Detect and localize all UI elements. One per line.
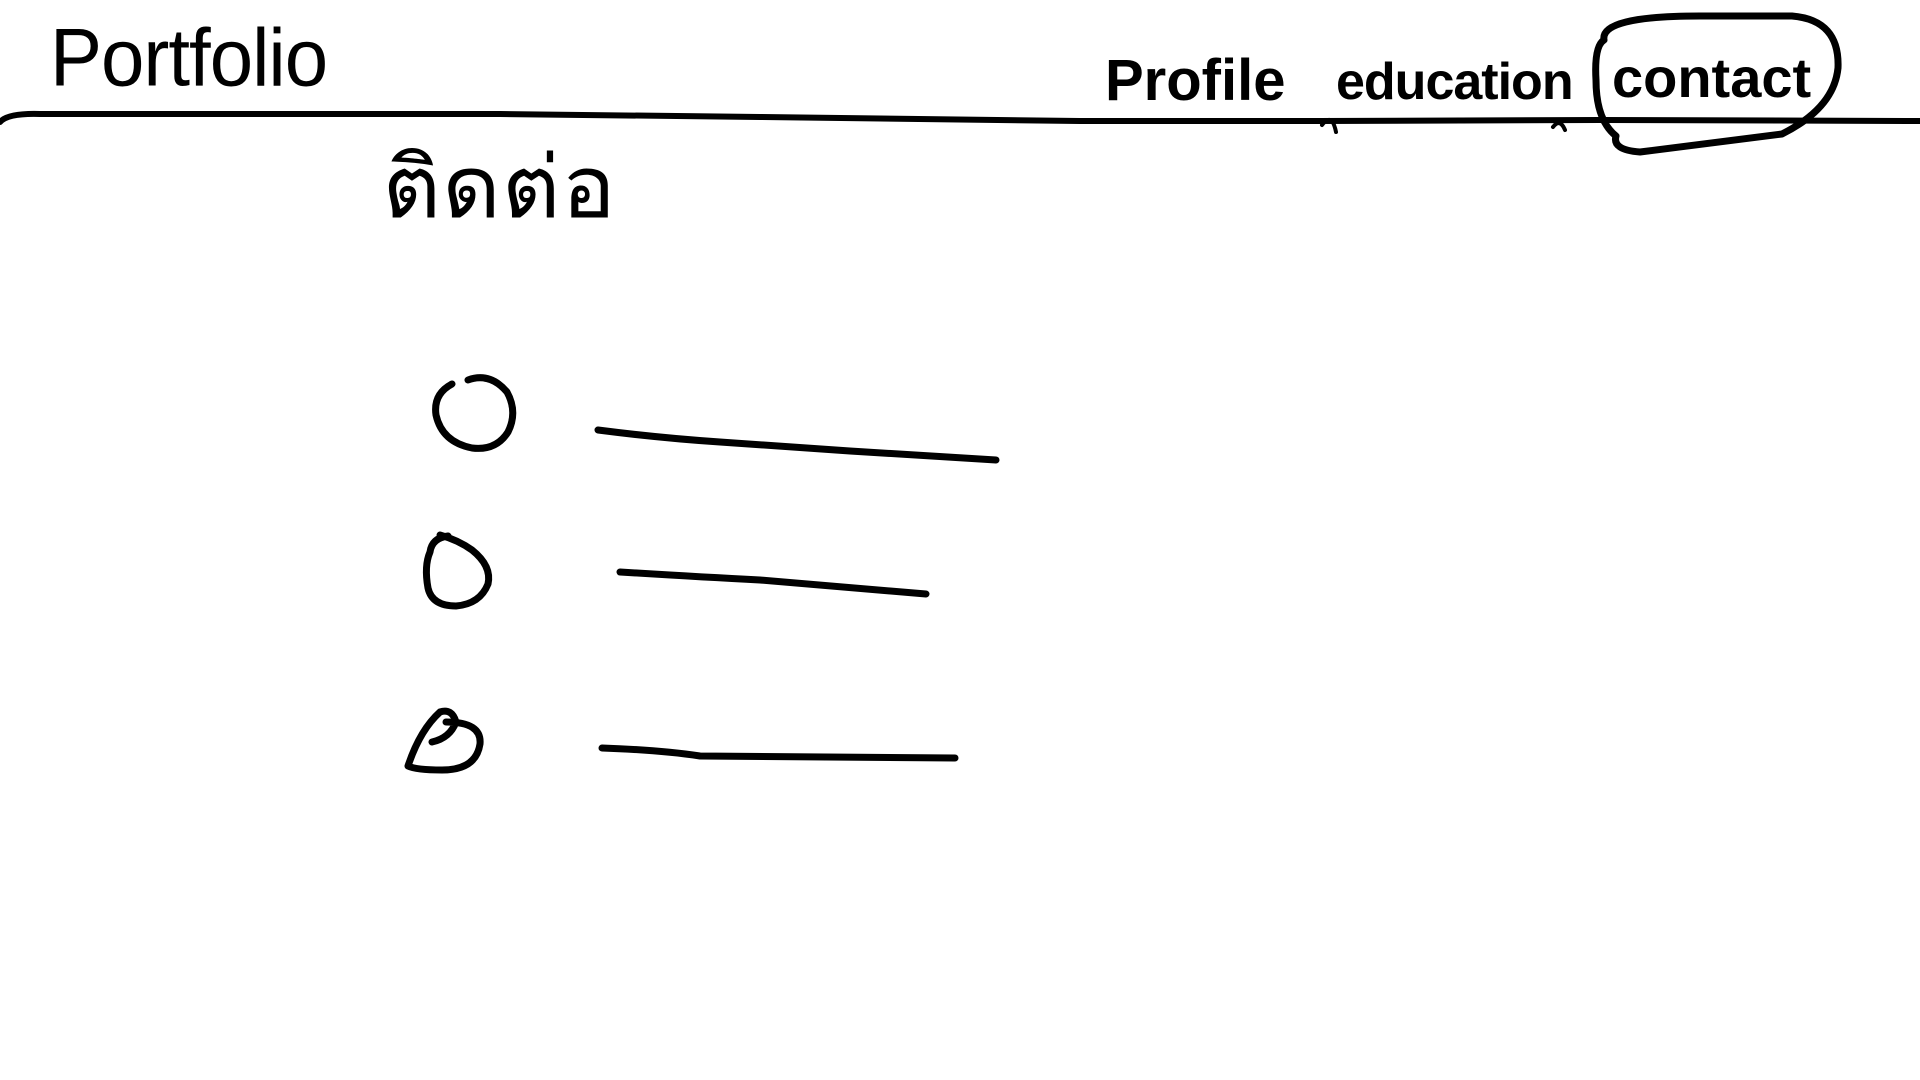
header-divider xyxy=(0,110,1920,125)
contact-selection-outline xyxy=(1592,12,1842,156)
contact-item xyxy=(420,360,1040,460)
contact-list xyxy=(420,360,1040,820)
nav-tick-left xyxy=(1320,117,1338,134)
nav-tick-right xyxy=(1551,121,1567,132)
section-heading: ติดต่อ xyxy=(382,138,617,238)
contact-item xyxy=(420,690,1040,790)
contact-item xyxy=(420,520,1040,620)
